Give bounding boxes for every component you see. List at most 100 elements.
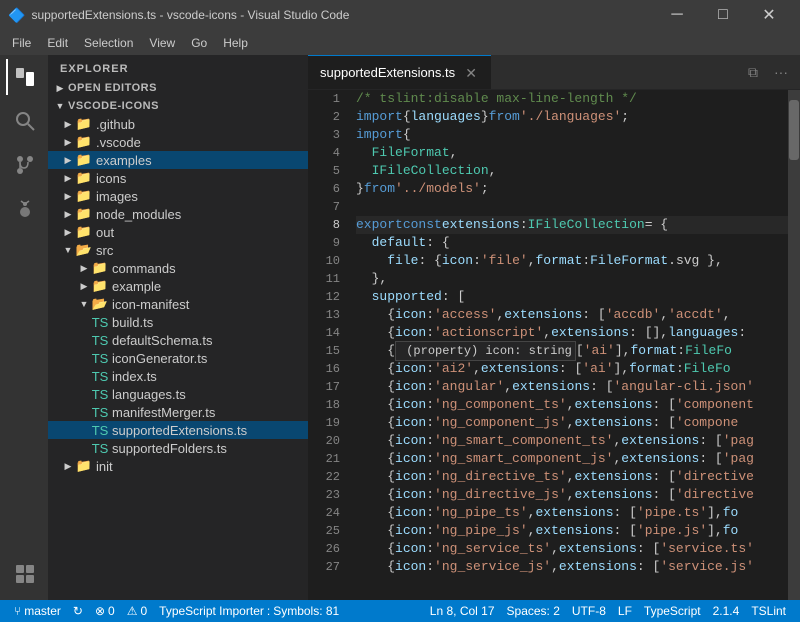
encoding-status[interactable]: UTF-8 xyxy=(566,604,612,618)
tab-close-button[interactable]: ✕ xyxy=(463,65,479,81)
explorer-header: EXPLORER xyxy=(48,55,308,79)
warning-count: 0 xyxy=(140,604,147,618)
code-line-10: file: { icon: 'file', format: FileFormat… xyxy=(356,252,788,270)
extensions-icon[interactable] xyxy=(6,556,42,592)
tree-item-vscode[interactable]: ▶ 📁 .vscode xyxy=(48,133,308,151)
menu-file[interactable]: File xyxy=(4,33,39,53)
line-ending-text: LF xyxy=(618,604,632,618)
main-layout: EXPLORER ▶ OPEN EDITORS ▼ VSCODE-ICONS ▶… xyxy=(0,55,800,600)
code-line-8: export const extensions: IFileCollection… xyxy=(356,216,788,234)
vertical-scrollbar[interactable] xyxy=(788,90,800,600)
tree-item-github[interactable]: ▶ 📁 .github xyxy=(48,115,308,133)
ts-file-icon: TS xyxy=(92,404,108,420)
tree-item-languages[interactable]: TS languages.ts xyxy=(48,385,308,403)
tree-item-icons[interactable]: ▶ 📁 icons xyxy=(48,169,308,187)
source-control-icon[interactable] xyxy=(6,147,42,183)
branch-name: master xyxy=(24,604,61,618)
code-line-19: { icon: 'ng_component_js', extensions: [… xyxy=(356,414,788,432)
folder-arrow: ▼ xyxy=(60,242,76,258)
search-icon[interactable] xyxy=(6,103,42,139)
tree-item-supportedFolders[interactable]: TS supportedFolders.ts xyxy=(48,439,308,457)
tree-item-node_modules[interactable]: ▶ 📁 node_modules xyxy=(48,205,308,223)
tab-actions: ⧉ ··· xyxy=(736,55,800,89)
more-actions-button[interactable]: ··· xyxy=(770,62,792,82)
importer-status[interactable]: TypeScript Importer : Symbols: 81 xyxy=(153,604,345,618)
menu-view[interactable]: View xyxy=(141,33,183,53)
tree-item-examples[interactable]: ▶ 📁 examples xyxy=(48,151,308,169)
folder-open-icon: 📂 xyxy=(92,296,108,312)
debug-icon[interactable] xyxy=(6,191,42,227)
menu-help[interactable]: Help xyxy=(215,33,256,53)
menu-go[interactable]: Go xyxy=(183,33,215,53)
code-line-20: { icon: 'ng_smart_component_ts', extensi… xyxy=(356,432,788,450)
maximize-button[interactable]: □ xyxy=(700,0,746,30)
open-editors-header[interactable]: ▶ OPEN EDITORS xyxy=(48,79,308,97)
code-line-11: }, xyxy=(356,270,788,288)
ts-file-icon: TS xyxy=(92,332,108,348)
language-status[interactable]: TypeScript xyxy=(638,604,707,618)
code-line-5: IFileCollection, xyxy=(356,162,788,180)
version-status[interactable]: 2.1.4 xyxy=(707,604,746,618)
tree-item-build[interactable]: TS build.ts xyxy=(48,313,308,331)
open-editors-label: OPEN EDITORS xyxy=(68,82,157,94)
tree-item-images[interactable]: ▶ 📁 images xyxy=(48,187,308,205)
folder-arrow: ▶ xyxy=(60,206,76,222)
warnings-status[interactable]: ⚠ 0 xyxy=(121,604,153,618)
tree-item-out[interactable]: ▶ 📁 out xyxy=(48,223,308,241)
editor-area: supportedExtensions.ts ✕ ⧉ ··· 1 2 3 4 5… xyxy=(308,55,800,600)
tree-item-init[interactable]: ▶ 📁 init xyxy=(48,457,308,475)
code-line-1: /* tslint:disable max-line-length */ xyxy=(356,90,788,108)
tab-filename: supportedExtensions.ts xyxy=(320,65,455,80)
encoding-text: UTF-8 xyxy=(572,604,606,618)
code-line-7 xyxy=(356,198,788,216)
symbols-count: Symbols: 81 xyxy=(273,604,339,618)
folder-arrow: ▶ xyxy=(60,152,76,168)
sync-status[interactable]: ↻ xyxy=(67,604,89,618)
errors-status[interactable]: ⊗ 0 xyxy=(89,604,121,618)
code-line-26: { icon: 'ng_service_ts', extensions: ['s… xyxy=(356,540,788,558)
split-editor-button[interactable]: ⧉ xyxy=(744,62,762,83)
code-line-9: default: { xyxy=(356,234,788,252)
active-tab[interactable]: supportedExtensions.ts ✕ xyxy=(308,55,491,89)
code-editor[interactable]: 1 2 3 4 5 6 7 8 9 10 11 12 13 14 15 16 1… xyxy=(308,90,800,600)
explorer-icon[interactable] xyxy=(6,59,42,95)
tree-item-commands[interactable]: ▶ 📁 commands xyxy=(48,259,308,277)
importer-separator: : xyxy=(267,604,270,618)
sync-icon: ↻ xyxy=(73,604,83,618)
menu-edit[interactable]: Edit xyxy=(39,33,76,53)
linter-status[interactable]: TSLint xyxy=(745,604,792,618)
folder-icon: 📁 xyxy=(76,224,92,240)
menu-selection[interactable]: Selection xyxy=(76,33,141,53)
folder-icon: 📁 xyxy=(92,260,108,276)
code-line-15: { (property) icon: string ['ai'], format… xyxy=(356,342,788,360)
sidebar: EXPLORER ▶ OPEN EDITORS ▼ VSCODE-ICONS ▶… xyxy=(48,55,308,600)
close-button[interactable]: ✕ xyxy=(746,0,792,30)
tree-item-manifestMerger[interactable]: TS manifestMerger.ts xyxy=(48,403,308,421)
minimize-button[interactable]: ─ xyxy=(654,0,700,30)
tree-item-icon-manifest[interactable]: ▼ 📂 icon-manifest xyxy=(48,295,308,313)
position-text: Ln 8, Col 17 xyxy=(430,604,495,618)
tree-item-example[interactable]: ▶ 📁 example xyxy=(48,277,308,295)
code-content[interactable]: /* tslint:disable max-line-length */ imp… xyxy=(348,90,788,600)
cursor-position[interactable]: Ln 8, Col 17 xyxy=(424,604,501,618)
version-text: 2.1.4 xyxy=(713,604,740,618)
folder-arrow: ▶ xyxy=(60,458,76,474)
spaces-status[interactable]: Spaces: 2 xyxy=(501,604,566,618)
root-folder[interactable]: ▼ VSCODE-ICONS xyxy=(48,97,308,115)
tree-item-supportedExtensions[interactable]: TS supportedExtensions.ts xyxy=(48,421,308,439)
code-line-17: { icon: 'angular', extensions: ['angular… xyxy=(356,378,788,396)
code-line-23: { icon: 'ng_directive_js', extensions: [… xyxy=(356,486,788,504)
ts-file-icon: TS xyxy=(92,350,108,366)
tree-item-src[interactable]: ▼ 📂 src xyxy=(48,241,308,259)
branch-status[interactable]: ⑂ master xyxy=(8,604,67,618)
tree-item-iconGenerator[interactable]: TS iconGenerator.ts xyxy=(48,349,308,367)
tree-item-defaultSchema[interactable]: TS defaultSchema.ts xyxy=(48,331,308,349)
line-ending-status[interactable]: LF xyxy=(612,604,638,618)
line-numbers: 1 2 3 4 5 6 7 8 9 10 11 12 13 14 15 16 1… xyxy=(308,90,348,600)
folder-icon: 📁 xyxy=(76,206,92,222)
code-line-6: } from '../models'; xyxy=(356,180,788,198)
folder-open-icon: 📂 xyxy=(76,242,92,258)
tree-item-index[interactable]: TS index.ts xyxy=(48,367,308,385)
importer-label: TypeScript Importer xyxy=(159,604,264,618)
warning-icon: ⚠ xyxy=(127,604,138,618)
